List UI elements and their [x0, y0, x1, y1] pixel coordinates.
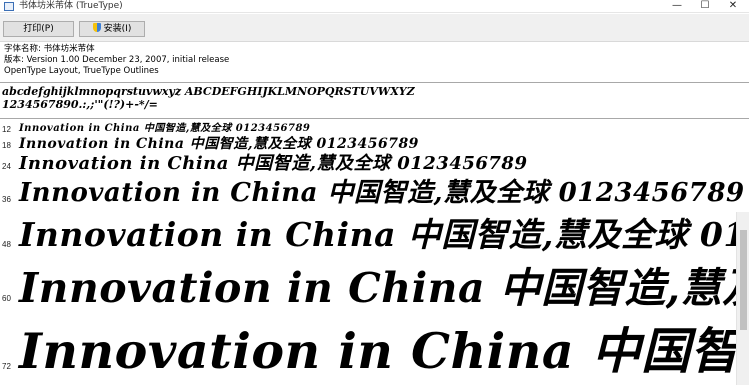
sample-size-label: 18	[2, 141, 11, 150]
sample-size-label: 48	[2, 240, 11, 249]
minimize-button[interactable]: —	[663, 0, 691, 13]
font-name-line: 字体名称: 书体坊米芾体	[4, 44, 95, 54]
sample-row-18: 18 Innovation in China 中国智造,慧及全球 0123456…	[0, 135, 749, 153]
sample-size-label: 36	[2, 195, 11, 204]
info-separator	[0, 82, 749, 83]
title-bar: 书体坊米芾体 (TrueType) — ☐ ✕	[0, 0, 749, 13]
install-button[interactable]: 安装(I)	[79, 21, 145, 37]
charset-letters: abcdefghijklmnopqrstuvwxyz ABCDEFGHIJKLM…	[2, 85, 415, 98]
sample-row-24: 24 Innovation in China 中国智造,慧及全球 0123456…	[0, 152, 749, 176]
font-features-line: OpenType Layout, TrueType Outlines	[4, 66, 159, 76]
install-button-label: 安装(I)	[103, 24, 132, 34]
font-version-line: 版本: Version 1.00 December 23, 2007, init…	[4, 55, 230, 65]
sample-size-label: 60	[2, 294, 11, 303]
sample-text: Innovation in China 中国智造,慧及全球 0123456789	[19, 153, 528, 174]
sample-row-48: 48 Innovation in China 中国智造,慧及全球 0123456…	[0, 212, 736, 258]
scrollbar-thumb[interactable]	[740, 230, 747, 330]
sample-size-label: 72	[2, 362, 11, 371]
sample-text: Innovation in China 中国智造,慧及全球 0123456789	[19, 264, 736, 312]
close-button[interactable]: ✕	[719, 0, 747, 13]
sample-row-60: 60 Innovation in China 中国智造,慧及全球 0123456…	[0, 260, 736, 316]
print-button[interactable]: 打印(P)	[3, 21, 74, 37]
sample-text: Innovation in China 中国智造,慧及全球 0123456789	[19, 215, 736, 254]
toolbar: 打印(P) 安装(I)	[0, 14, 749, 42]
charset-separator	[0, 118, 749, 119]
sample-text: Innovation in China 中国智造,慧及全球 0123456789	[19, 322, 736, 380]
font-file-icon	[4, 2, 14, 11]
sample-text: Innovation in China 中国智造,慧及全球 0123456789	[19, 123, 311, 134]
sample-row-36: 36 Innovation in China 中国智造,慧及全球 0123456…	[0, 176, 749, 210]
sample-text: Innovation in China 中国智造,慧及全球 0123456789	[19, 136, 419, 152]
vertical-scrollbar[interactable]	[736, 212, 749, 385]
character-set-preview: abcdefghijklmnopqrstuvwxyz ABCDEFGHIJKLM…	[2, 85, 415, 111]
print-button-label: 打印(P)	[23, 24, 54, 34]
sample-row-72: 72 Innovation in China 中国智造,慧及全球 0123456…	[0, 320, 736, 385]
charset-symbols: 1234567890.:,;'"(!?)+-*/=	[2, 98, 158, 111]
window-title: 书体坊米芾体 (TrueType)	[19, 1, 123, 11]
uac-shield-icon	[92, 23, 101, 32]
sample-text: Innovation in China 中国智造,慧及全球 0123456789	[19, 178, 745, 208]
sample-size-label: 24	[2, 162, 11, 171]
sample-size-label: 12	[2, 125, 11, 134]
font-info: 字体名称: 书体坊米芾体 版本: Version 1.00 December 2…	[4, 44, 229, 77]
sample-row-12: 12 Innovation in China 中国智造,慧及全球 0123456…	[0, 122, 749, 136]
maximize-button[interactable]: ☐	[691, 0, 719, 13]
